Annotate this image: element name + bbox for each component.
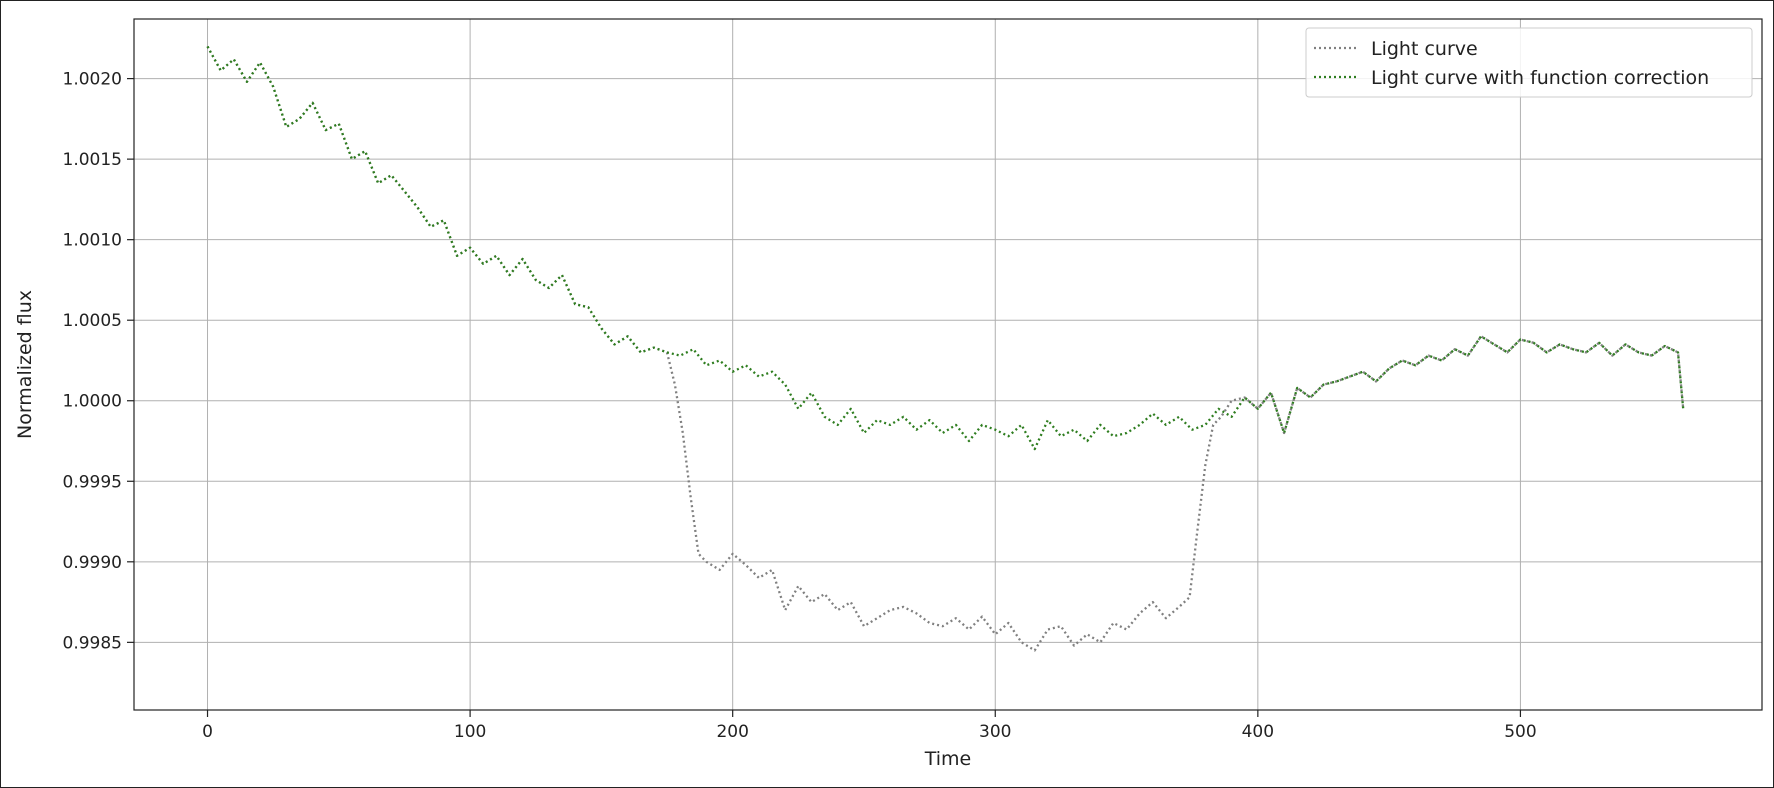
series-line-light-curve: [206, 45, 1685, 652]
figure-frame: 0 100 200 300 400 500 0.9985 0.9990 0.9995 1.000…: [0, 0, 1774, 788]
series-line-corrected-light-curve: [206, 45, 1685, 451]
x-tick-label: 500: [1504, 722, 1536, 742]
axes-box: [133, 18, 1763, 711]
light-curve-chart: 0 100 200 300 400 500 0.9985 0.9990 0.9995 1.000…: [14, 18, 1763, 770]
x-tick-label: 0: [202, 722, 213, 742]
x-tick-label: 300: [979, 722, 1011, 742]
y-tick-label: 0.9985: [63, 633, 122, 653]
legend: Light curve Light curve with function co…: [1305, 27, 1753, 98]
y-tick-label: 0.9995: [63, 472, 122, 492]
series-lines: [206, 45, 1685, 652]
y-tick-label: 1.0020: [63, 70, 122, 90]
y-axis-ticks: 0.9985 0.9990 0.9995 1.0000 1.0005 1.0010 1.00…: [63, 70, 134, 653]
y-tick-label: 1.0010: [63, 231, 122, 251]
grid-lines: [134, 19, 1762, 710]
x-axis-label: Time: [924, 748, 972, 770]
x-tick-label: 200: [716, 722, 748, 742]
y-tick-label: 1.0015: [63, 150, 122, 170]
y-tick-label: 0.9990: [63, 553, 122, 573]
legend-label-light-curve: Light curve: [1371, 38, 1478, 60]
y-tick-label: 1.0005: [63, 311, 122, 331]
y-axis-label: Normalized flux: [14, 290, 36, 439]
x-axis-ticks: 0 100 200 300 400 500: [202, 710, 1537, 742]
x-tick-label: 100: [454, 722, 486, 742]
x-tick-label: 400: [1242, 722, 1274, 742]
y-tick-label: 1.0000: [63, 392, 122, 412]
legend-label-corrected-light-curve: Light curve with function correction: [1371, 67, 1709, 89]
